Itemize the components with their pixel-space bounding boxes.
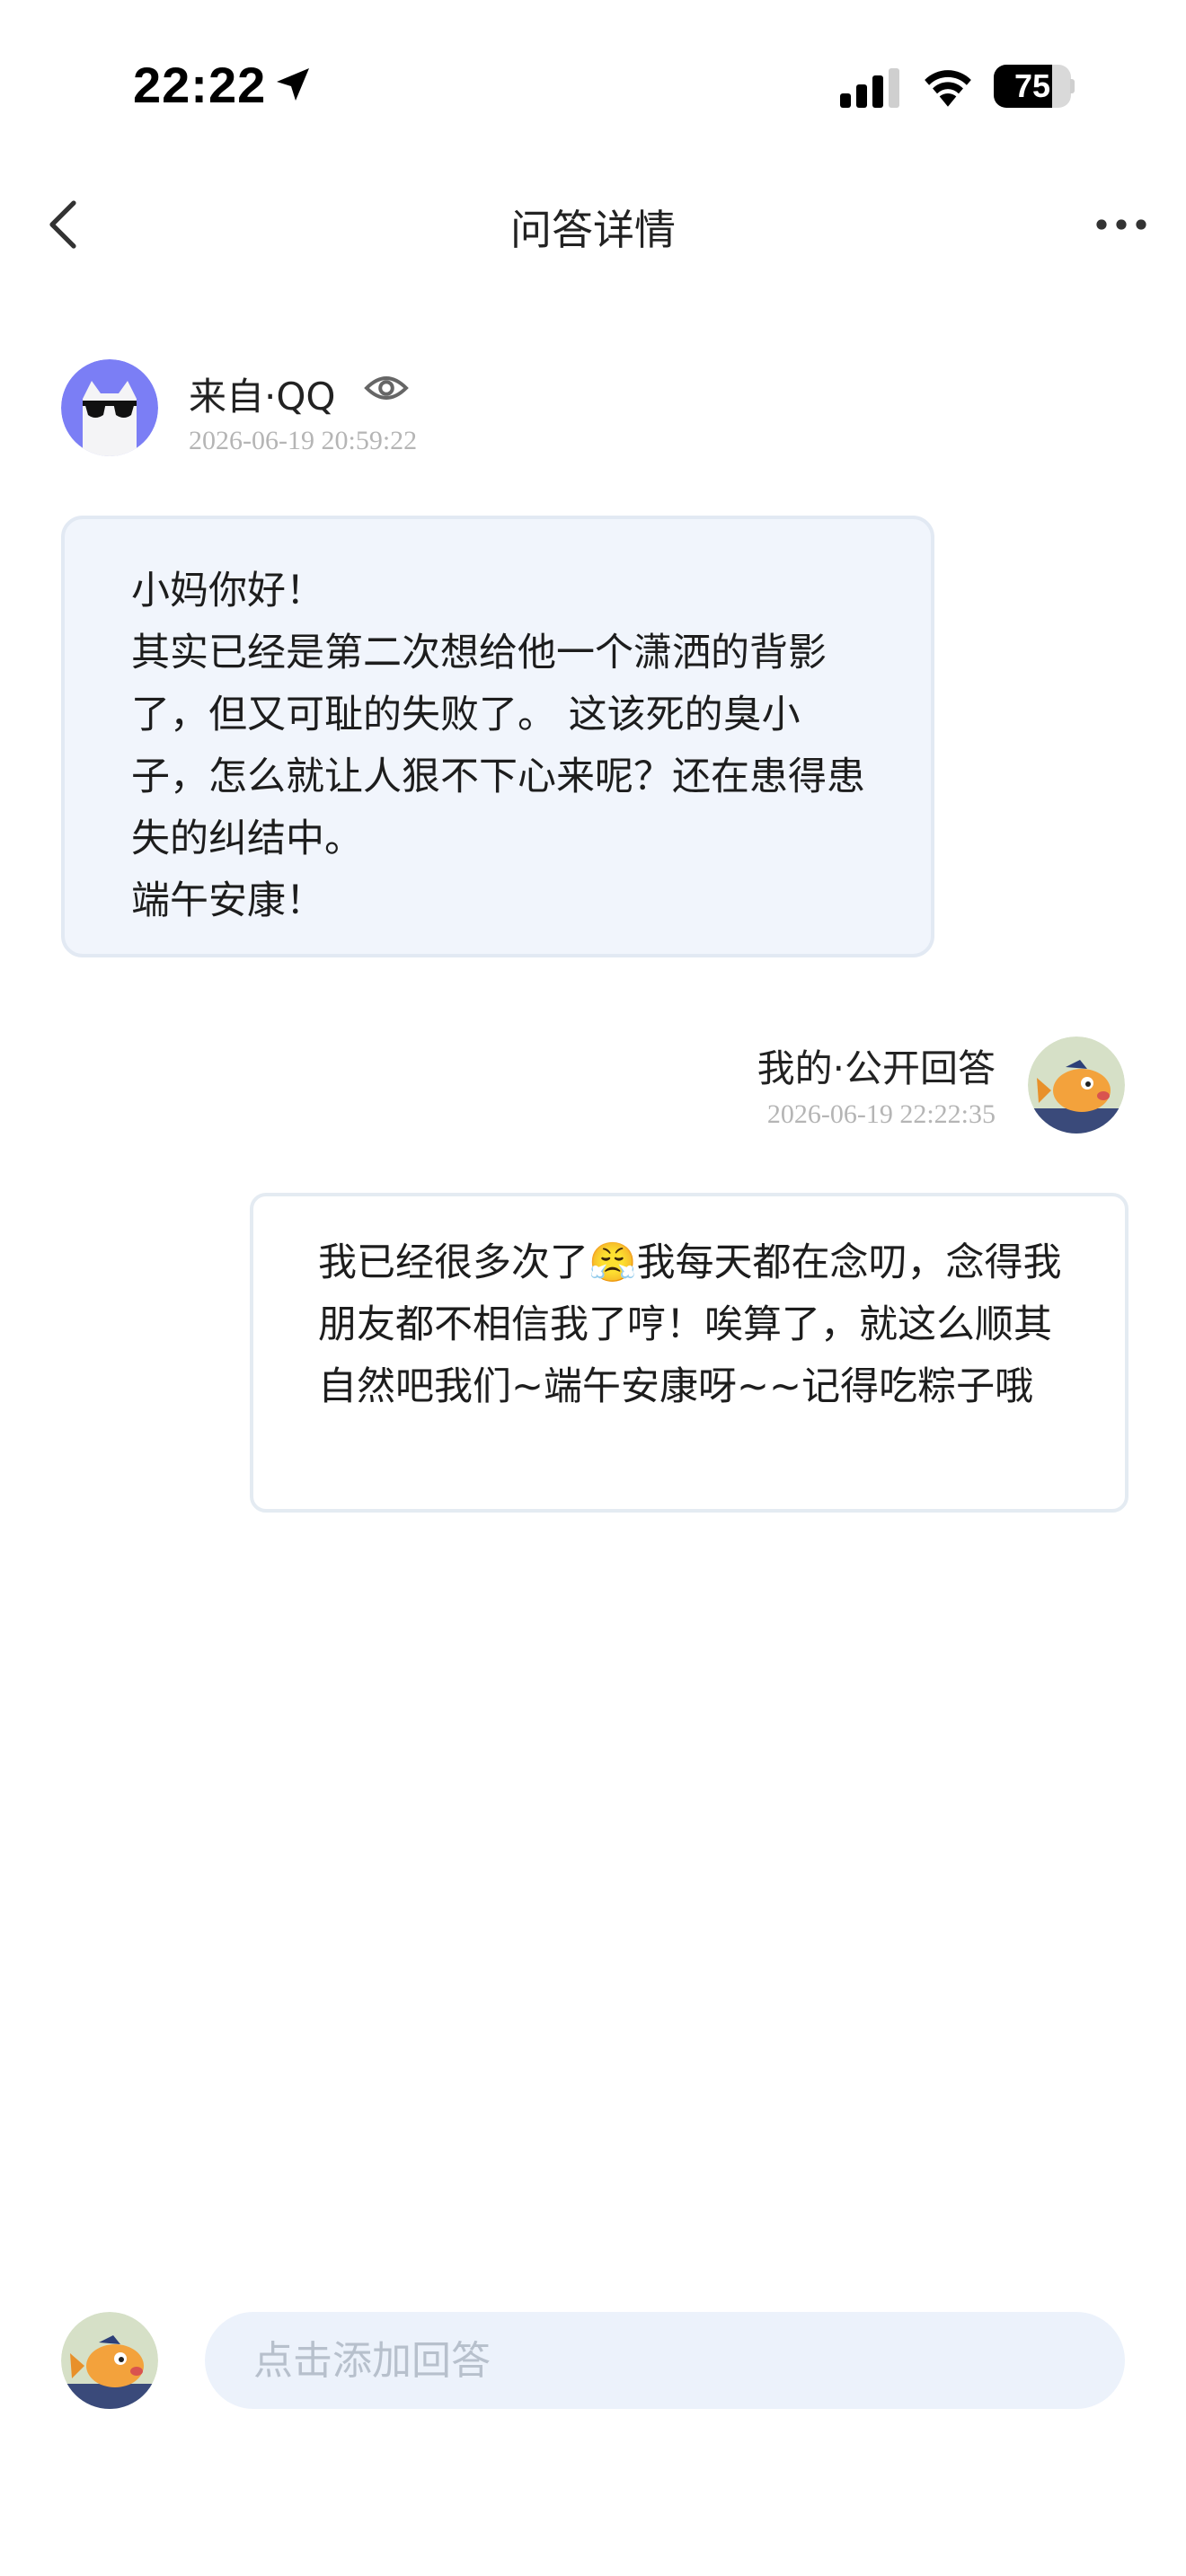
answer-label: 我的·公开回答 [757,1046,996,1090]
page-title: 问答详情 [510,206,676,254]
fish-avatar-icon [1028,1037,1125,1134]
battery-level: 75 [1013,67,1051,104]
current-user-avatar [61,2312,158,2409]
question-content: 小妈你好！ 其实已经是第二次想给他一个潇洒的背影了，但又可耻的失败了。 这该死的… [61,516,934,957]
asker-avatar[interactable] [61,359,158,456]
wifi-icon [925,70,971,107]
add-answer-input[interactable] [205,2312,1125,2409]
answer-content: 我已经很多次了😤我每天都在念叨，念得我朋友都不相信我了哼！唉算了，就这么顺其自然… [250,1193,1128,1513]
asker-name: 来自·QQ [189,375,336,419]
location-arrow-icon [277,68,309,101]
fish-avatar-icon [61,2312,158,2409]
more-dots-icon[interactable] [1094,203,1148,246]
eye-icon[interactable] [363,368,410,408]
battery-nub [1070,79,1075,93]
cellular-signal-icon [840,68,899,108]
battery-indicator: 75 [994,65,1075,108]
status-time: 22:22 [133,57,267,113]
anonymous-cat-sunglasses-icon [61,359,158,456]
battery-body: 75 [994,65,1071,108]
answerer-avatar[interactable] [1028,1037,1125,1134]
answer-timestamp: 2026-06-19 22:22:35 [766,1099,996,1129]
question-timestamp: 2026-06-19 20:59:22 [189,426,418,455]
